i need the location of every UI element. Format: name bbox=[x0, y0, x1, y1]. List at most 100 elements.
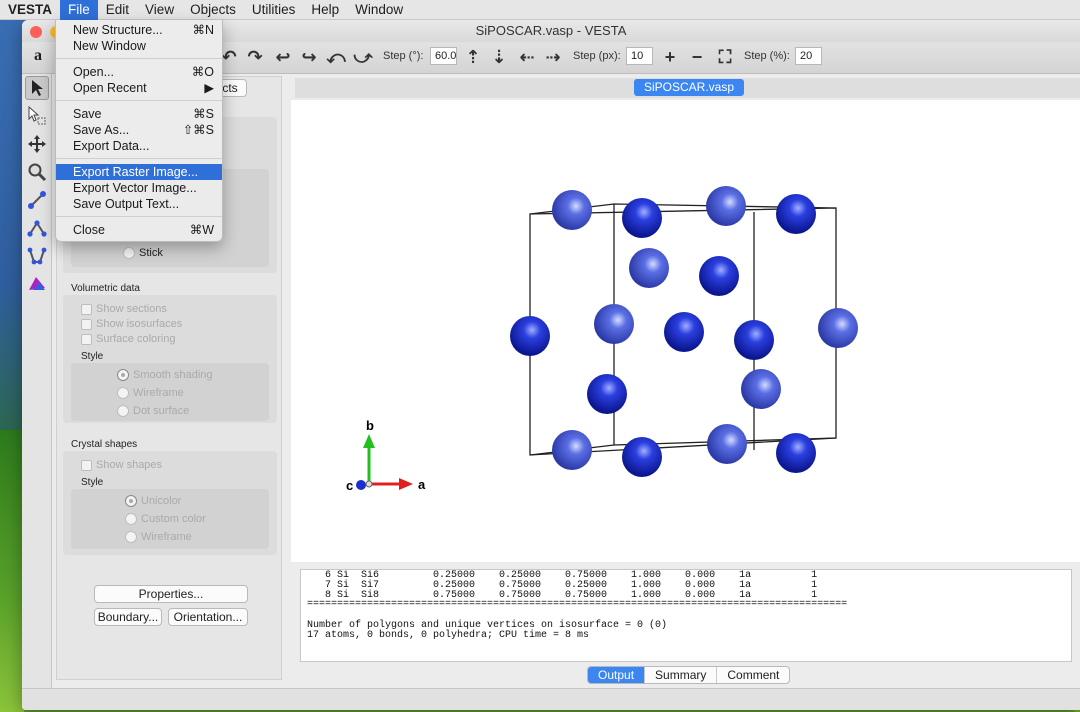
lattice-plane-icon[interactable] bbox=[25, 272, 49, 296]
menu-item-save-as[interactable]: Save As... ⇧⌘S bbox=[56, 122, 222, 138]
move-up-icon[interactable]: ⇡ bbox=[462, 46, 484, 68]
mode-label: a bbox=[34, 47, 42, 64]
axis-indicator: b a c bbox=[346, 418, 426, 493]
select-region-icon[interactable] bbox=[25, 104, 49, 128]
output-line: 17 atoms, 0 bonds, 0 polyhedra; CPU time… bbox=[307, 630, 590, 641]
menu-separator bbox=[56, 216, 222, 217]
radio-wireframe[interactable]: Wireframe bbox=[117, 387, 184, 399]
menu-item-open[interactable]: Open... ⌘O bbox=[56, 64, 222, 80]
magnifier-icon[interactable] bbox=[25, 160, 49, 184]
menu-item-close[interactable]: Close ⌘W bbox=[56, 222, 222, 238]
menu-item-new-structure[interactable]: New Structure... ⌘N bbox=[56, 22, 222, 38]
menu-help[interactable]: Help bbox=[303, 0, 347, 20]
check-show-sections[interactable]: Show sections bbox=[81, 303, 167, 315]
stick-radio-icon[interactable] bbox=[123, 247, 135, 259]
atom-si bbox=[741, 369, 781, 409]
atom-si bbox=[818, 308, 858, 348]
menu-app-vesta[interactable]: VESTA bbox=[0, 0, 60, 20]
radio-unicolor[interactable]: Unicolor bbox=[125, 495, 181, 507]
menu-separator bbox=[56, 158, 222, 159]
atom-si bbox=[552, 430, 592, 470]
fit-to-screen-icon[interactable]: ⛶ bbox=[714, 46, 736, 68]
menu-item-export-data[interactable]: Export Data... bbox=[56, 138, 222, 154]
move-down-icon[interactable]: ⇣ bbox=[488, 46, 510, 68]
check-surface-coloring[interactable]: Surface coloring bbox=[81, 333, 176, 345]
atom-si bbox=[707, 424, 747, 464]
volumetric-style-label: Style bbox=[81, 351, 104, 362]
output-text[interactable]: 6 Si Si6 0.25000 0.25000 0.75000 1.000 0… bbox=[300, 569, 1072, 662]
step-pct-input[interactable]: 20 bbox=[795, 47, 822, 65]
rotate-right-icon[interactable]: ⤻ bbox=[352, 46, 374, 68]
step-px-input[interactable]: 10 bbox=[626, 47, 653, 65]
undo-arrow-icon[interactable]: ↩ bbox=[272, 46, 294, 68]
check-show-shapes[interactable]: Show shapes bbox=[81, 459, 162, 471]
menu-item-export-raster-image[interactable]: Export Raster Image... bbox=[56, 164, 222, 180]
structure-canvas[interactable]: b a c bbox=[291, 100, 1080, 562]
window-title: SiPOSCAR.vasp - VESTA bbox=[475, 23, 627, 38]
menu-item-save[interactable]: Save ⌘S bbox=[56, 106, 222, 122]
tab-siposcar[interactable]: SiPOSCAR.vasp bbox=[634, 79, 745, 96]
tab-summary[interactable]: Summary bbox=[645, 667, 718, 683]
zoom-in-icon[interactable]: + bbox=[659, 46, 681, 68]
step-px-label: Step (px): bbox=[573, 50, 621, 62]
menu-item-open-recent[interactable]: Open Recent ▶ bbox=[56, 80, 222, 96]
menu-item-save-output-text[interactable]: Save Output Text... bbox=[56, 196, 222, 212]
atom-si bbox=[776, 194, 816, 234]
menu-file[interactable]: File bbox=[60, 0, 98, 20]
desktop-background bbox=[0, 430, 24, 712]
atom-si bbox=[622, 198, 662, 238]
atom-si bbox=[629, 248, 669, 288]
atom-si bbox=[510, 316, 550, 356]
volumetric-group: Show sections Show isosurfaces Surface c… bbox=[63, 295, 277, 423]
structure-viewer[interactable]: b a c bbox=[291, 100, 1080, 562]
properties-button[interactable]: Properties... bbox=[94, 585, 248, 603]
boundary-button[interactable]: Boundary... bbox=[94, 608, 162, 626]
tab-output[interactable]: Output bbox=[588, 667, 646, 683]
menu-utilities[interactable]: Utilities bbox=[244, 0, 304, 20]
tool-column bbox=[22, 74, 52, 710]
angle-icon[interactable] bbox=[25, 216, 49, 240]
move-right-icon[interactable]: ⇢ bbox=[542, 46, 564, 68]
radio-smooth-shading[interactable]: Smooth shading bbox=[117, 369, 213, 381]
rotate-cw-icon[interactable]: ↷ bbox=[244, 46, 266, 68]
crystal-shapes-title: Crystal shapes bbox=[71, 439, 138, 450]
distance-icon[interactable] bbox=[25, 188, 49, 212]
atom-si bbox=[699, 256, 739, 296]
redo-arrow-icon[interactable]: ↪ bbox=[298, 46, 320, 68]
menu-edit[interactable]: Edit bbox=[98, 0, 137, 20]
output-tabs: Output Summary Comment bbox=[587, 666, 791, 684]
atom-si bbox=[587, 374, 627, 414]
volumetric-title: Volumetric data bbox=[71, 283, 140, 294]
menu-separator bbox=[56, 100, 222, 101]
zoom-out-icon[interactable]: − bbox=[686, 46, 708, 68]
menu-item-new-window[interactable]: New Window bbox=[56, 38, 222, 54]
document-tabbar: SiPOSCAR.vasp bbox=[295, 78, 1080, 98]
select-arrow-icon[interactable] bbox=[25, 76, 49, 100]
close-window-button[interactable] bbox=[30, 26, 42, 38]
step-deg-input[interactable]: 60.0 bbox=[430, 47, 457, 65]
status-bar bbox=[22, 688, 1080, 710]
step-deg-label: Step (°): bbox=[383, 50, 424, 62]
file-menu-dropdown: New Structure... ⌘N New Window Open... ⌘O … bbox=[55, 20, 223, 242]
menubar: VESTA File Edit View Objects Utilities H… bbox=[0, 0, 1080, 20]
stick-label: Stick bbox=[139, 247, 163, 259]
tab-comment[interactable]: Comment bbox=[717, 667, 789, 683]
move-left-icon[interactable]: ⇠ bbox=[516, 46, 538, 68]
axis-a-label: a bbox=[418, 477, 426, 492]
check-show-isosurfaces[interactable]: Show isosurfaces bbox=[81, 318, 182, 330]
crystal-style-label: Style bbox=[81, 477, 104, 488]
translate-icon[interactable] bbox=[25, 132, 49, 156]
radio-stick[interactable]: Stick bbox=[123, 247, 163, 259]
step-pct-label: Step (%): bbox=[744, 50, 790, 62]
menu-window[interactable]: Window bbox=[347, 0, 411, 20]
menu-item-export-vector-image[interactable]: Export Vector Image... bbox=[56, 180, 222, 196]
atom-si bbox=[664, 312, 704, 352]
rotate-left-icon[interactable]: ⤺ bbox=[325, 46, 347, 68]
radio-crystal-wireframe[interactable]: Wireframe bbox=[125, 531, 192, 543]
radio-dot-surface[interactable]: Dot surface bbox=[117, 405, 189, 417]
orientation-button[interactable]: Orientation... bbox=[168, 608, 248, 626]
radio-custom-color[interactable]: Custom color bbox=[125, 513, 206, 525]
menu-objects[interactable]: Objects bbox=[182, 0, 244, 20]
menu-view[interactable]: View bbox=[137, 0, 182, 20]
dihedral-icon[interactable] bbox=[25, 244, 49, 268]
